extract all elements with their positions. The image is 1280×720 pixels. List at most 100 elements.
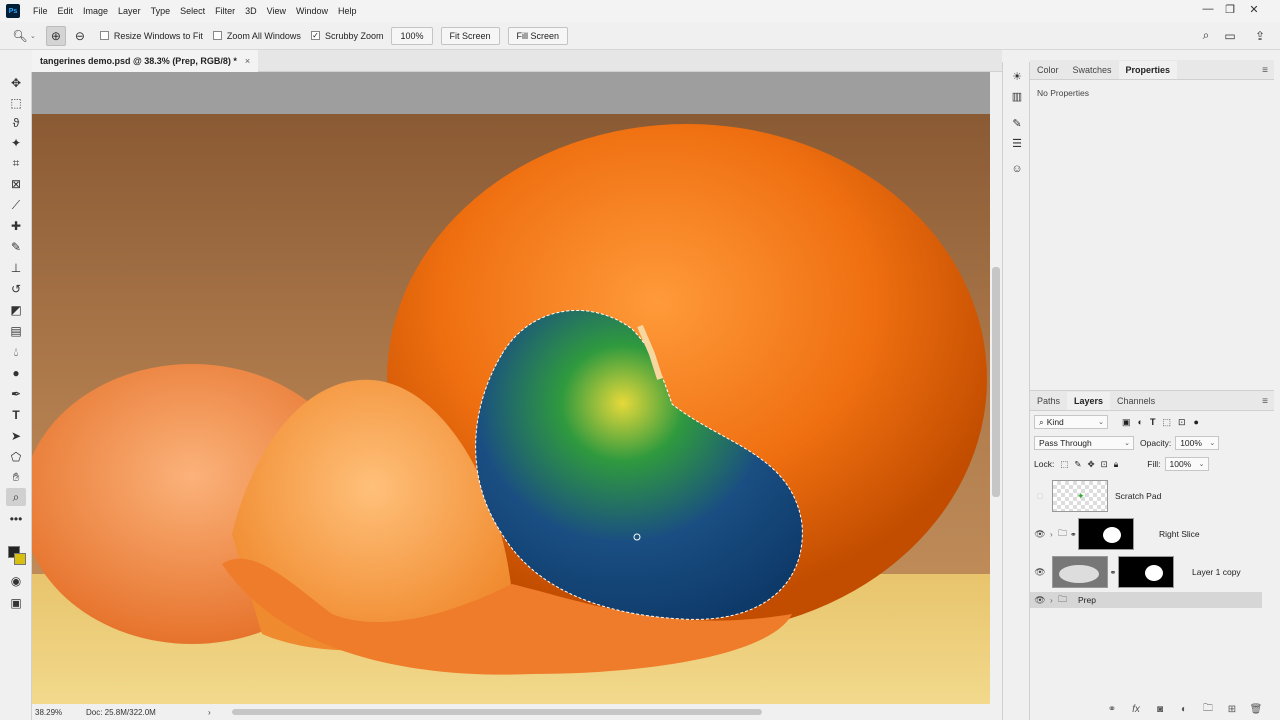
move-tool-icon[interactable]: ✥ — [6, 74, 26, 92]
tab-layers[interactable]: Layers — [1067, 392, 1111, 410]
layer-row-layer-1-copy[interactable]: 👁︎ ⚭ Layer 1 copy — [1030, 553, 1262, 591]
dodge-tool-icon[interactable]: ● — [6, 364, 26, 382]
brush-tool-icon[interactable]: ✎ — [6, 238, 26, 256]
crop-tool-icon[interactable]: ⌗ — [6, 154, 26, 172]
filter-smart-object-icon[interactable]: ⊡ — [1178, 417, 1186, 428]
histogram-icon[interactable]: ▥ — [1008, 87, 1026, 105]
minimize-button[interactable]: — — [1196, 0, 1220, 18]
type-tool-icon[interactable]: T — [6, 406, 26, 424]
brush-settings-icon[interactable]: ✎ — [1008, 114, 1026, 132]
frame-tool-icon[interactable]: ⊠ — [6, 175, 26, 193]
sliders-icon[interactable]: ☰ — [1008, 134, 1026, 152]
history-brush-tool-icon[interactable]: ↺ — [6, 280, 26, 298]
menu-help[interactable]: Help — [333, 6, 362, 16]
panel-menu-icon[interactable]: ≡ — [1262, 396, 1268, 407]
menu-layer[interactable]: Layer — [113, 6, 146, 16]
lock-all-icon[interactable]: 🔒︎ — [1114, 459, 1119, 470]
vertical-scroll-thumb[interactable] — [992, 267, 1000, 497]
eyedropper-tool-icon[interactable]: ⟋ — [6, 196, 26, 214]
shape-tool-icon[interactable]: ⬠ — [6, 448, 26, 466]
horizontal-scroll-thumb[interactable] — [232, 709, 762, 715]
menu-type[interactable]: Type — [146, 6, 176, 16]
blend-mode-select[interactable]: Pass Through ⌄ — [1034, 436, 1134, 450]
search-icon[interactable]: ⌕ — [1196, 26, 1216, 46]
layer-row-right-slice[interactable]: 👁︎ › 🗀 ⚭ Right Slice — [1030, 515, 1262, 553]
fill-screen-button[interactable]: Fill Screen — [507, 26, 569, 45]
tab-swatches[interactable]: Swatches — [1066, 61, 1119, 79]
close-window-button[interactable]: ✕ — [1242, 0, 1266, 18]
eye-icon[interactable]: 👁︎ — [1030, 529, 1050, 540]
panel-menu-icon[interactable]: ≡ — [1262, 65, 1268, 76]
menu-window[interactable]: Window — [291, 6, 333, 16]
filter-pixel-icon[interactable]: ▣ — [1122, 417, 1131, 428]
layer-name[interactable]: Prep — [1078, 595, 1096, 605]
adjustment-layer-icon[interactable]: ◐ — [1172, 704, 1196, 715]
layer-name[interactable]: Scratch Pad — [1115, 491, 1161, 501]
zoom-in-icon[interactable]: ⊕ — [45, 25, 66, 46]
adjustments-sun-icon[interactable]: ☀︎ — [1008, 67, 1026, 85]
fx-icon[interactable]: fx — [1124, 704, 1148, 715]
lasso-tool-icon[interactable]: ϑ — [6, 114, 26, 132]
tab-channels[interactable]: Channels — [1110, 392, 1162, 410]
lock-image-icon[interactable]: ✎ — [1074, 459, 1081, 470]
zoom-tool-preset-icon[interactable]: 🔍︎ — [10, 26, 30, 46]
screen-mode-icon[interactable]: ▣ — [6, 594, 26, 612]
opacity-field[interactable]: 100% ⌄ — [1175, 436, 1220, 450]
link-icon[interactable]: ⚭ — [1108, 568, 1118, 577]
filter-adjustment-icon[interactable]: ◐ — [1138, 417, 1143, 427]
tab-paths[interactable]: Paths — [1030, 392, 1067, 410]
edit-toolbar-icon[interactable]: ••• — [6, 510, 26, 528]
magic-wand-tool-icon[interactable]: ✦ — [6, 134, 26, 152]
fill-field[interactable]: 100% ⌄ — [1164, 457, 1209, 471]
zoom-tool-icon[interactable]: ⌕ — [6, 488, 26, 506]
share-icon[interactable]: ⇪ — [1250, 26, 1270, 46]
tab-color[interactable]: Color — [1030, 61, 1066, 79]
eye-icon[interactable]: 👁︎ — [1030, 567, 1050, 578]
canvas-area[interactable] — [32, 72, 990, 704]
status-arrow-icon[interactable]: › — [208, 708, 211, 717]
clone-stamp-tool-icon[interactable]: ⊥ — [6, 259, 26, 277]
menu-file[interactable]: File — [28, 6, 53, 16]
healing-brush-tool-icon[interactable]: ✚ — [6, 217, 26, 235]
link-icon[interactable]: ⚭ — [1070, 530, 1078, 539]
chevron-down-icon[interactable]: ⌄ — [30, 32, 36, 40]
lock-transparent-icon[interactable]: ⬚ — [1060, 459, 1068, 470]
eye-icon[interactable]: 👁︎ — [1030, 595, 1050, 606]
tab-properties[interactable]: Properties — [1118, 61, 1178, 79]
menu-select[interactable]: Select — [175, 6, 210, 16]
scrubby-zoom-checkbox[interactable]: ✓ Scrubby Zoom — [310, 31, 383, 41]
zoom-all-windows-checkbox[interactable]: Zoom All Windows — [212, 31, 301, 41]
layer-mask-thumbnail[interactable] — [1118, 556, 1174, 588]
blur-tool-icon[interactable]: 💧︎ — [6, 343, 26, 361]
filter-shape-icon[interactable]: ⬚ — [1162, 417, 1171, 428]
quick-mask-icon[interactable]: ◉ — [6, 572, 26, 590]
zoom-100-button[interactable]: 100% — [391, 26, 433, 45]
hand-tool-icon[interactable]: ✋︎ — [6, 468, 26, 486]
fit-screen-button[interactable]: Fit Screen — [440, 26, 500, 45]
link-layers-icon[interactable]: ⚭ — [1100, 704, 1124, 715]
chevron-right-icon[interactable]: › — [1050, 530, 1058, 539]
layer-row-prep[interactable]: 👁︎ › 🗀 Prep — [1030, 592, 1262, 608]
document-image[interactable] — [32, 114, 990, 704]
eraser-tool-icon[interactable]: ◩ — [6, 301, 26, 319]
layer-name[interactable]: Layer 1 copy — [1192, 567, 1241, 577]
color-swatches-icon[interactable] — [6, 546, 26, 570]
menu-image[interactable]: Image — [78, 6, 113, 16]
horizontal-scrollbar[interactable] — [232, 708, 1012, 716]
vertical-scrollbar[interactable] — [990, 72, 1002, 704]
layer-name[interactable]: Right Slice — [1159, 529, 1200, 539]
menu-3d[interactable]: 3D — [240, 6, 262, 16]
zoom-level[interactable]: 38.29% — [32, 708, 68, 717]
document-tab[interactable]: tangerines demo.psd @ 38.3% (Prep, RGB/8… — [32, 50, 259, 72]
new-group-icon[interactable]: 🗀 — [1196, 701, 1220, 718]
user-icon[interactable]: ☺︎ — [1008, 160, 1026, 178]
path-selection-tool-icon[interactable]: ➤ — [6, 427, 26, 445]
marquee-tool-icon[interactable]: ⬚ — [6, 94, 26, 112]
restore-button[interactable]: ❐ — [1218, 0, 1242, 18]
lock-artboard-icon[interactable]: ⊡ — [1101, 459, 1108, 470]
add-mask-icon[interactable]: ◙ — [1148, 704, 1172, 715]
filter-type-icon[interactable]: T — [1150, 417, 1156, 427]
menu-edit[interactable]: Edit — [53, 6, 79, 16]
gradient-tool-icon[interactable]: ▤ — [6, 322, 26, 340]
lock-position-icon[interactable]: ✥ — [1087, 459, 1094, 470]
